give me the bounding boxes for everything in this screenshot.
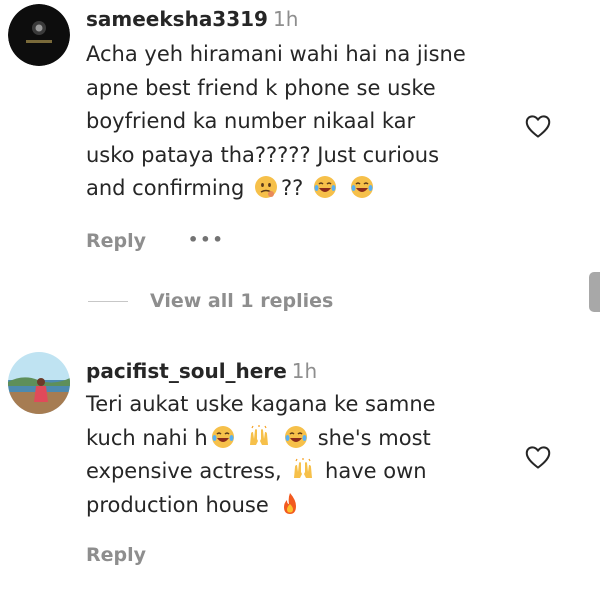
thinking-face-emoji [254, 175, 278, 199]
reply-button[interactable]: Reply [86, 544, 146, 566]
timestamp: 1h [291, 359, 318, 383]
laughing-tears-emoji [313, 175, 337, 199]
view-replies-label: View all 1 replies [150, 290, 334, 312]
reply-button[interactable]: Reply [86, 230, 146, 252]
comment-line: expensive actress, [86, 459, 282, 483]
view-replies-button[interactable]: View all 1 replies [88, 290, 333, 312]
avatar[interactable] [8, 352, 70, 414]
question-marks: ?? [281, 176, 304, 200]
comment-line: boyfriend ka number nikaal kar [86, 109, 416, 133]
comment-line: Acha yeh hiramani wahi hai na jisne [86, 42, 466, 66]
username[interactable]: pacifist_soul_here [86, 359, 287, 383]
fire-emoji [278, 492, 302, 516]
comment-text: Acha yeh hiramani wahi hai na jisne apne… [86, 38, 516, 206]
comment-line-5: and confirming ?? [86, 172, 516, 206]
username[interactable]: sameeksha3319 [86, 7, 268, 31]
laughing-tears-emoji [211, 425, 235, 449]
comment-line: she's most [317, 425, 431, 450]
comment-line: production house [86, 492, 269, 517]
replies-divider [88, 300, 128, 302]
comment-line: and confirming [86, 176, 245, 200]
avatar[interactable] [8, 4, 70, 66]
comment-line: have own [325, 459, 427, 483]
comment-line: usko pataya tha????? Just curious [86, 142, 440, 167]
laughing-tears-emoji [350, 175, 374, 199]
raised-hands-emoji [247, 424, 271, 449]
comment-header: pacifist_soul_here 1h [86, 358, 317, 384]
timestamp: 1h [272, 7, 299, 31]
comment-line-4: production house [86, 489, 516, 523]
comment-text: Teri aukat uske kagana ke samne kuch nah… [86, 388, 516, 522]
comments-panel: sameeksha3319 1h Acha yeh hiramani wahi h… [0, 0, 600, 600]
like-heart-icon[interactable] [523, 442, 553, 472]
comment-line-2: kuch nahi h she's most [86, 422, 516, 456]
more-options-icon[interactable]: ••• [188, 230, 225, 249]
comment-line: kuch nahi h [86, 425, 208, 450]
scrollbar-thumb[interactable] [589, 272, 600, 312]
comment-line: Teri aukat uske kagana ke samne [86, 392, 436, 416]
comment-line: apne best friend k phone se uske [86, 75, 436, 100]
laughing-tears-emoji [284, 425, 308, 449]
like-heart-icon[interactable] [523, 111, 553, 141]
raised-hands-emoji [291, 458, 315, 482]
comment-header: sameeksha3319 1h [86, 6, 298, 32]
comment-line-3: expensive actress, have own [86, 455, 516, 489]
